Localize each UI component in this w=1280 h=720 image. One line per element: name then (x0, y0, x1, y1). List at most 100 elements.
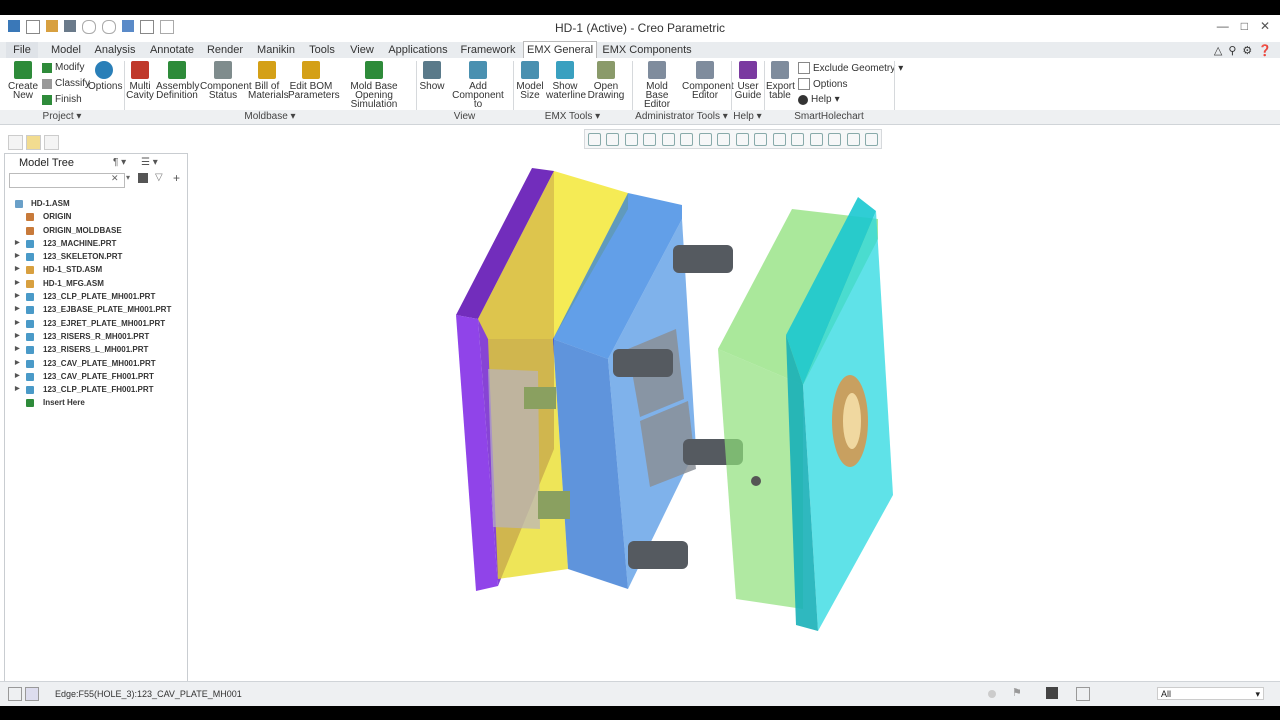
guide-pin-top[interactable] (673, 245, 733, 273)
component-status-button[interactable]: Component Status (200, 61, 252, 101)
refit-icon[interactable] (587, 132, 601, 146)
expand-arrow-icon[interactable]: ▶ (15, 250, 20, 263)
spin-center-icon[interactable] (754, 132, 768, 146)
selection-list-icon[interactable] (1076, 687, 1090, 701)
appearance-icon[interactable] (865, 132, 879, 146)
search-icon[interactable]: ⚲ (1228, 44, 1236, 57)
classify-button[interactable]: Classify (42, 78, 90, 89)
expand-arrow-icon[interactable]: ▶ (15, 383, 20, 396)
close-icon[interactable]: ✕ (1260, 19, 1270, 33)
tree-item[interactable]: ▶ 123_EJBASE_PLATE_MH001.PRT (9, 303, 185, 316)
tree-settings-icon[interactable]: ¶ ▾ (113, 157, 126, 168)
find-status-icon[interactable] (1046, 687, 1058, 699)
add-component-to-button[interactable]: Add Component to (446, 61, 510, 110)
search-dropdown-icon[interactable]: ▾ (126, 173, 130, 182)
group-emx-tools[interactable]: EMX Tools ▾ (513, 110, 632, 124)
group-help[interactable]: Help ▾ (731, 110, 764, 124)
perspective-icon[interactable] (717, 132, 731, 146)
zoom-out-icon[interactable] (624, 132, 638, 146)
tree-item[interactable]: ▶ 123_RISERS_L_MH001.PRT (9, 343, 185, 356)
finish-button[interactable]: Finish (42, 94, 82, 105)
tree-item[interactable]: ▶ HD-1_MFG.ASM (9, 277, 185, 290)
tree-item[interactable]: ▶ 123_RISERS_R_MH001.PRT (9, 330, 185, 343)
expand-arrow-icon[interactable]: ▶ (15, 317, 20, 330)
group-administrator-tools[interactable]: Administrator Tools ▾ (632, 110, 731, 124)
datum-axes-icon[interactable] (809, 132, 823, 146)
tab-model[interactable]: Model (44, 42, 88, 58)
multi-cavity-button[interactable]: Multi Cavity (126, 61, 154, 101)
open-drawing-button[interactable]: Open Drawing (586, 61, 626, 101)
zoom-in-icon[interactable] (606, 132, 620, 146)
tree-item[interactable]: ▶ 123_CAV_PLATE_FH001.PRT (9, 370, 185, 383)
datum-points-icon[interactable] (828, 132, 842, 146)
spring-upper[interactable] (524, 387, 556, 409)
tree-item[interactable]: Insert Here (9, 396, 185, 409)
tab-file[interactable]: File (6, 42, 38, 58)
section-icon[interactable] (735, 132, 749, 146)
show-waterline-button[interactable]: Show waterline (546, 61, 586, 101)
edit-bom-parameters-button[interactable]: Edit BOM Parameters (288, 61, 340, 101)
selection-filter-dropdown[interactable]: All ▾ (1157, 687, 1264, 700)
expand-arrow-icon[interactable]: ▶ (15, 237, 20, 250)
tree-item[interactable]: ORIGIN (9, 210, 185, 223)
modify-button[interactable]: Modify (42, 62, 84, 73)
expand-arrow-icon[interactable]: ▶ (15, 330, 20, 343)
show-button[interactable]: Show (418, 61, 446, 92)
annotation-display-icon[interactable] (772, 132, 786, 146)
find-icon[interactable] (138, 173, 148, 183)
tab-annotate[interactable]: Annotate (146, 42, 198, 58)
mold-base-opening-simulation-button[interactable]: Mold Base Opening Simulation (336, 61, 412, 110)
component-editor-button[interactable]: Component Editor (682, 61, 734, 101)
expand-arrow-icon[interactable]: ▶ (15, 370, 20, 383)
mold-base-editor-button[interactable]: Mold Base Editor (636, 61, 678, 110)
tree-item[interactable]: ▶ 123_MACHINE.PRT (9, 237, 185, 250)
tab-analysis[interactable]: Analysis (91, 42, 139, 58)
help-icon[interactable]: ❓ (1258, 44, 1272, 57)
filter-icon[interactable]: ▽ (155, 172, 163, 183)
assembly-definition-button[interactable]: Assembly Definition (156, 61, 199, 101)
model-size-button[interactable]: Model Size (515, 61, 545, 101)
tab-manikin[interactable]: Manikin (252, 42, 300, 58)
tree-show-icon[interactable]: ☰ ▾ (141, 157, 158, 168)
saved-views-icon[interactable] (680, 132, 694, 146)
tree-item[interactable]: ▶ 123_SKELETON.PRT (9, 250, 185, 263)
settings-icon[interactable]: ⚙ (1242, 44, 1252, 57)
tree-item[interactable]: ▶ 123_CLP_PLATE_FH001.PRT (9, 383, 185, 396)
datum-planes-icon[interactable] (791, 132, 805, 146)
tab-framework[interactable]: Framework (456, 42, 520, 58)
tab-emx-general[interactable]: EMX General (523, 41, 597, 59)
expand-arrow-icon[interactable]: ▶ (15, 303, 20, 316)
tab-tools[interactable]: Tools (304, 42, 340, 58)
group-moldbase[interactable]: Moldbase ▾ (124, 110, 416, 124)
smart-help-button[interactable]: Help ▾ (798, 94, 840, 105)
group-project[interactable]: Project ▾ (0, 110, 124, 124)
expand-arrow-icon[interactable]: ▶ (15, 343, 20, 356)
tab-emx-components[interactable]: EMX Components (600, 42, 694, 58)
tree-search-input[interactable] (9, 173, 125, 188)
model-tree-tab-icon[interactable] (8, 135, 23, 150)
add-column-icon[interactable]: + (173, 171, 180, 185)
spring-lower[interactable] (538, 491, 570, 519)
create-new-button[interactable]: Create New (8, 61, 38, 101)
tree-item[interactable]: ▶ 123_CLP_PLATE_MH001.PRT (9, 290, 185, 303)
graphics-viewport[interactable] (188, 149, 1280, 685)
expand-arrow-icon[interactable]: ▶ (15, 357, 20, 370)
tab-view[interactable]: View (345, 42, 379, 58)
show-browser-icon[interactable] (25, 687, 39, 701)
mold-assembly-model[interactable] (188, 149, 1280, 685)
options-button[interactable]: Options (88, 61, 122, 92)
user-guide-button[interactable]: User Guide (734, 61, 762, 101)
guide-pin-middle[interactable] (613, 349, 673, 377)
expand-arrow-icon[interactable]: ▶ (15, 277, 20, 290)
expand-arrow-icon[interactable]: ▶ (15, 263, 20, 276)
regeneration-status-icon[interactable] (988, 690, 996, 698)
arrow-up-icon[interactable]: △ (1214, 44, 1222, 57)
coordinate-systems-icon[interactable] (846, 132, 860, 146)
expand-arrow-icon[interactable]: ▶ (15, 290, 20, 303)
smart-options-button[interactable]: Options (798, 78, 847, 90)
view-manager-icon[interactable] (698, 132, 712, 146)
ejector-hole[interactable] (751, 476, 761, 486)
tab-applications[interactable]: Applications (384, 42, 452, 58)
bill-of-materials-button[interactable]: Bill of Materials (248, 61, 289, 101)
guide-pin-bottom[interactable] (628, 541, 688, 569)
